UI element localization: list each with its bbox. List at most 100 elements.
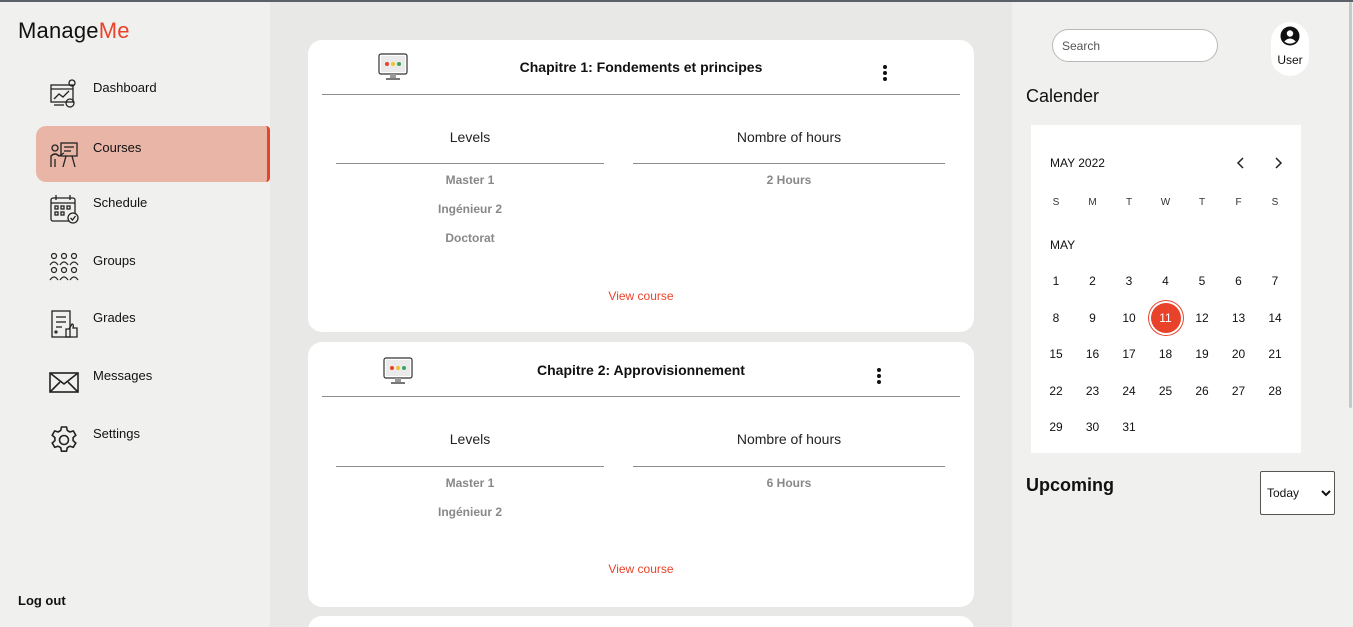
scrollbar[interactable] [1349,2,1352,408]
calendar-day[interactable]: 10 [1114,303,1144,333]
calendar-title: Calender [1026,86,1100,106]
user-icon [1280,26,1300,46]
sidebar-item-grades[interactable]: Grades [36,298,270,354]
calendar-day[interactable]: 18 [1151,339,1181,369]
calendar-day[interactable]: 16 [1078,339,1108,369]
search-input[interactable] [1052,29,1218,62]
calendar-day[interactable]: 14 [1260,303,1290,333]
view-course-link[interactable]: View course [308,562,974,576]
course-card [308,616,974,627]
divider [633,466,945,467]
hours-value: 6 Hours [766,476,812,490]
chevron-left-icon[interactable] [1233,155,1249,171]
calendar-day[interactable]: 1 [1041,266,1071,296]
course-card: Chapitre 2: Approvisionnement Levels Nom… [308,342,974,607]
divider [336,163,604,164]
calendar-day[interactable]: 19 [1187,339,1217,369]
calendar-month: MAY 2022 [1050,156,1105,170]
divider [336,466,604,467]
weekday-label: T [1198,197,1206,208]
calendar-day[interactable]: 28 [1260,376,1290,406]
calendar-day[interactable]: 7 [1260,266,1290,296]
sidebar-item-label: Settings [93,426,140,441]
more-options-icon[interactable] [880,63,890,81]
calendar-day[interactable]: 3 [1114,266,1144,296]
more-options-icon[interactable] [874,366,884,384]
calendar-day-selected[interactable]: 11 [1150,302,1181,333]
sidebar-item-settings[interactable]: Settings [36,414,270,470]
calendar-day[interactable]: 12 [1187,303,1217,333]
upcoming-filter-select[interactable]: Today [1260,471,1335,515]
sidebar-item-label: Grades [93,310,136,325]
weekday-label: W [1160,197,1171,208]
sidebar-item-label: Courses [93,140,142,155]
sidebar-item-label: Dashboard [93,80,157,95]
app-logo[interactable]: ManageMe [18,18,130,44]
calendar-day[interactable]: 20 [1224,339,1254,369]
hours-header: Nombre of hours [736,431,842,447]
calendar-day[interactable]: 15 [1041,339,1071,369]
calendar-day[interactable]: 24 [1114,376,1144,406]
logout-link[interactable]: Log out [18,593,66,608]
user-menu[interactable]: User [1271,22,1309,76]
sidebar-item-messages[interactable]: Messages [36,356,270,412]
calendar-day[interactable]: 17 [1114,339,1144,369]
calendar-day[interactable]: 31 [1114,412,1144,442]
calendar-day[interactable]: 2 [1078,266,1108,296]
sidebar-item-courses[interactable]: Courses [36,126,270,182]
calendar-day[interactable]: 13 [1224,303,1254,333]
sidebar: ManageMe Dashboard Courses Schedule Grou… [0,2,270,627]
calendar-day[interactable]: 25 [1151,376,1181,406]
course-card: Chapitre 1: Fondements et principes Leve… [308,40,974,332]
settings-icon [51,426,77,452]
courses-icon [50,142,78,168]
level-item: Doctorat [445,231,495,245]
calendar-day[interactable]: 9 [1078,303,1108,333]
level-item: Master 1 [445,173,495,187]
weekday-label: M [1088,197,1097,208]
divider [322,94,960,95]
calendar-day[interactable]: 26 [1187,376,1217,406]
calendar-day[interactable]: 4 [1151,266,1181,296]
dashboard-icon [50,79,76,108]
logo-accent: Me [98,18,130,43]
user-label: User [1277,53,1303,67]
level-item: Master 1 [445,476,495,490]
grades-icon [51,310,78,338]
calendar-day[interactable]: 8 [1041,303,1071,333]
calendar-day[interactable]: 22 [1041,376,1071,406]
sidebar-item-groups[interactable]: Groups [36,241,270,297]
calendar-month-label: MAY [1050,238,1076,252]
sidebar-item-schedule[interactable]: Schedule [36,183,270,239]
weekday-label: S [1271,197,1279,208]
weekday-label: S [1052,197,1060,208]
weekday-label: F [1235,197,1242,208]
sidebar-item-label: Groups [93,253,136,268]
levels-header: Levels [449,431,491,447]
level-item: Ingénieur 2 [437,505,502,519]
level-item: Ingénieur 2 [437,202,502,216]
calendar-day[interactable]: 30 [1078,412,1108,442]
weekday-label: T [1125,197,1133,208]
sidebar-item-label: Messages [93,368,153,383]
chevron-right-icon[interactable] [1270,155,1286,171]
view-course-link[interactable]: View course [308,289,974,303]
sidebar-item-label: Schedule [93,195,148,210]
calendar-day[interactable]: 5 [1187,266,1217,296]
right-panel: User Calender MAY 2022 SMTWTFS MAY 12345… [1012,2,1353,627]
calendar-day[interactable]: 23 [1078,376,1108,406]
calendar-day[interactable]: 27 [1224,376,1254,406]
divider [633,163,945,164]
hours-header: Nombre of hours [736,129,842,145]
schedule-icon [50,195,79,224]
logo-main: Manage [18,18,99,43]
sidebar-item-dashboard[interactable]: Dashboard [36,68,270,124]
calendar: MAY 2022 SMTWTFS MAY 1 2 3 4 5 6 7 8 9 10 11 12 13 14… [1031,125,1301,453]
messages-icon [49,372,79,393]
calendar-day[interactable]: 6 [1224,266,1254,296]
groups-icon [49,252,79,281]
divider [322,396,960,397]
upcoming-title: Upcoming [1026,475,1114,495]
calendar-day[interactable]: 29 [1041,412,1071,442]
calendar-day[interactable]: 21 [1260,339,1290,369]
